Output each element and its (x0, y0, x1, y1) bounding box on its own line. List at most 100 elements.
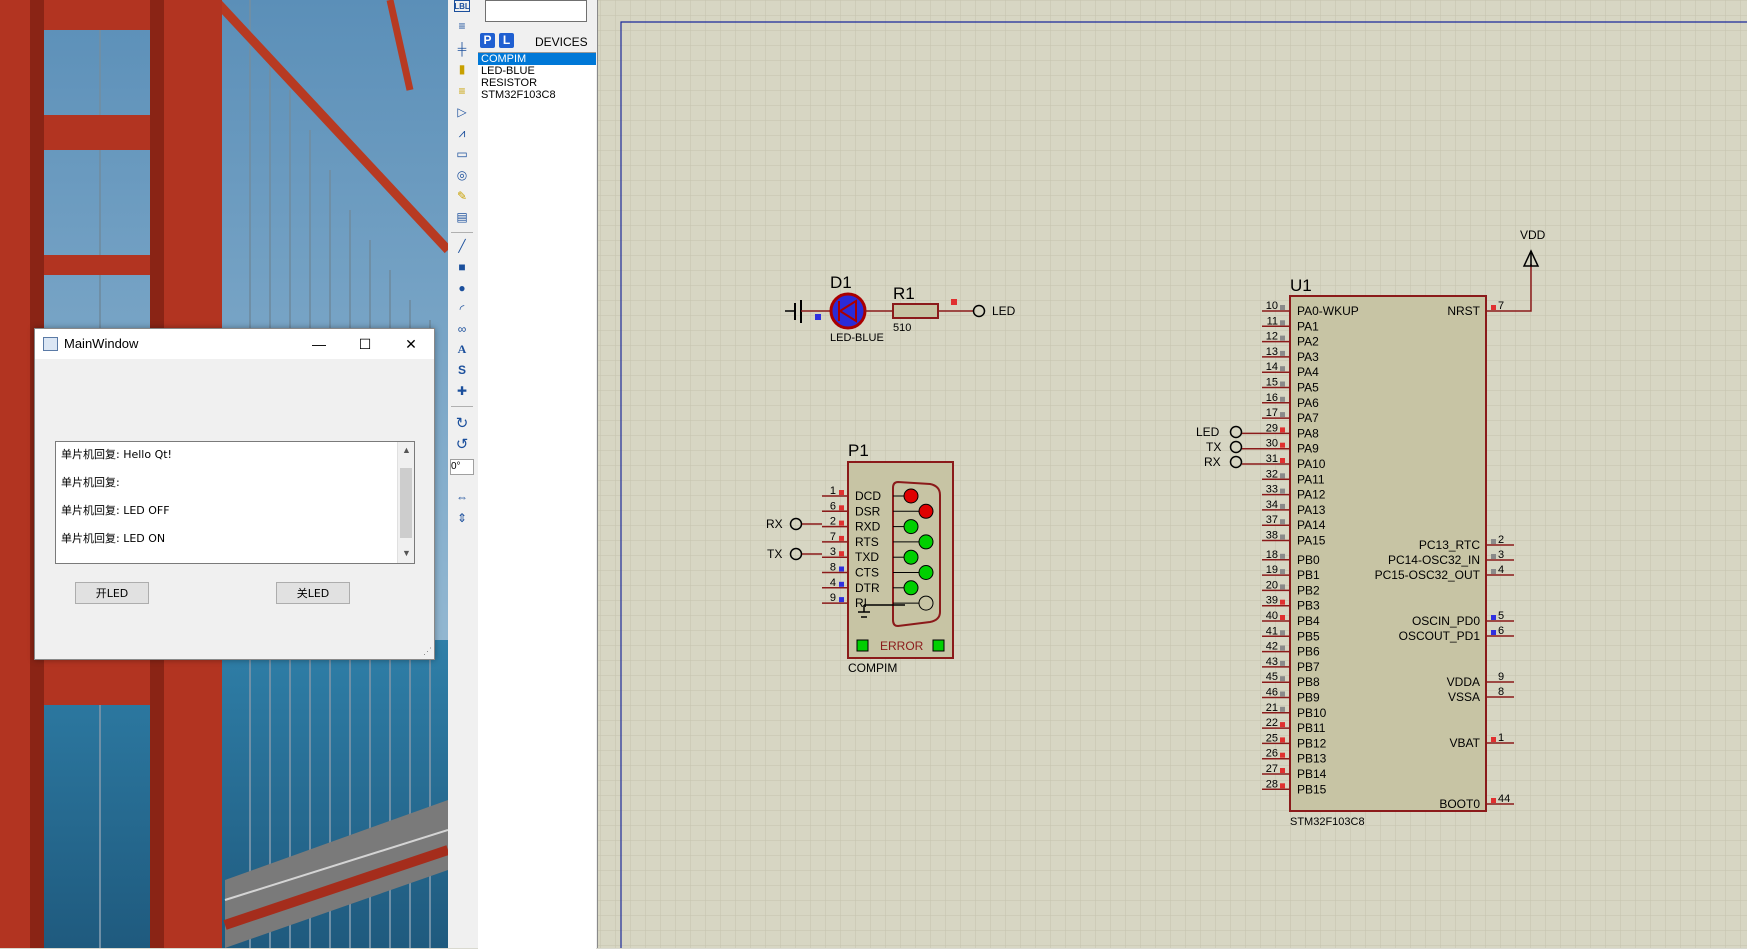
box-tool-icon[interactable]: ■ (452, 258, 472, 276)
tape-recorder-icon[interactable]: ⩘ (452, 124, 472, 142)
scrollbar-thumb[interactable] (400, 468, 412, 538)
devices-header: P L DEVICES (477, 30, 597, 52)
mirror-horizontal-icon[interactable]: ⇔ (452, 488, 472, 506)
proteus-tool-palette: LBL ≡ ╪ ▮ ≡ ▷ ⩘ ▭ ◎ ✎ ▤ ╱ ■ ● ◜ ∞ A S ✚ … (448, 0, 478, 948)
schematic-canvas[interactable]: D1 LED-BLUE R1 510 LED P1 1 DCD6 DSR2 RXD7 R… (598, 0, 1747, 948)
u1-ref-label: U1 (1290, 276, 1312, 295)
toolbar-divider (451, 232, 473, 233)
pin-marker (839, 520, 844, 526)
pin-number: 2 (830, 516, 836, 528)
pin-number: 5 (1498, 610, 1504, 622)
pin-marker (1280, 722, 1285, 728)
pin-marker (1491, 798, 1496, 803)
pin-name: PB12 (1297, 736, 1327, 750)
pin-marker (839, 581, 844, 587)
net-label-rx: RX (1204, 455, 1221, 469)
pin-name: PB7 (1297, 660, 1320, 674)
rotation-field[interactable]: 0° (450, 459, 474, 475)
circle-tool-icon[interactable]: ● (452, 279, 472, 297)
toolbar-divider (451, 406, 473, 407)
marker-tool-icon[interactable]: ✚ (452, 382, 472, 400)
pin-marker (1280, 569, 1285, 575)
arc-tool-icon[interactable]: ◜ (452, 300, 472, 318)
led-on-button[interactable]: 开LED (75, 582, 149, 604)
pin-marker (1280, 412, 1285, 418)
pin-marker (1280, 630, 1285, 636)
device-list: COMPIM LED-BLUE RESISTOR STM32F103C8 (478, 52, 596, 949)
error-label: ERROR (880, 639, 924, 653)
pin-name: PB4 (1297, 614, 1320, 628)
resize-grip-icon[interactable]: ⋰ (423, 646, 432, 657)
pin-number: 16 (1266, 392, 1278, 404)
rotate-anticlockwise-icon[interactable]: ↺ (452, 435, 472, 453)
minimize-button[interactable]: — (296, 329, 342, 359)
pin-name: PC15-OSC32_OUT (1375, 568, 1481, 582)
device-selector-panel: P L DEVICES COMPIM LED-BLUE RESISTOR STM… (477, 0, 598, 949)
window-titlebar[interactable]: MainWindow — ☐ ✕ (35, 329, 434, 359)
window-title: MainWindow (64, 336, 139, 351)
pin-name: TXD (855, 550, 879, 564)
pin-marker (1280, 706, 1285, 712)
net-label-led: LED (1196, 425, 1220, 439)
vertical-scrollbar[interactable]: ▲ ▼ (397, 442, 414, 563)
symbol-tool-icon[interactable]: S (452, 361, 472, 379)
generator-mode-icon[interactable]: ▭ (452, 145, 472, 163)
device-list-item[interactable]: STM32F103C8 (478, 89, 596, 101)
pin-name: PA1 (1297, 319, 1319, 333)
library-manager-button[interactable]: L (499, 33, 514, 48)
voltage-probe-icon[interactable]: ✎ (452, 187, 472, 205)
close-button[interactable]: ✕ (388, 329, 434, 359)
text-tool-icon[interactable]: A (452, 340, 472, 358)
pin-marker (1491, 569, 1496, 574)
probe-mode-icon[interactable]: ◎ (452, 166, 472, 184)
r1-value-label: 510 (893, 322, 911, 334)
pin-number: 42 (1266, 641, 1278, 653)
scroll-down-arrow-icon[interactable]: ▼ (402, 548, 411, 558)
pin-marker (839, 551, 844, 557)
pin-marker (1280, 519, 1285, 525)
pin-marker (1280, 458, 1285, 463)
text-script-tool[interactable]: LBL (454, 0, 470, 12)
device-list-item[interactable]: LED-BLUE (478, 65, 596, 77)
pick-devices-button[interactable]: P (480, 33, 495, 48)
pin-mode-icon[interactable]: ≡ (452, 82, 472, 100)
signal-led (918, 503, 934, 519)
pin-number: 30 (1266, 438, 1278, 450)
mirror-vertical-icon[interactable]: ⇕ (452, 509, 472, 527)
path-tool-icon[interactable]: ∞ (452, 320, 472, 338)
pin-number: 40 (1266, 610, 1278, 622)
u1-value-label: STM32F103C8 (1290, 816, 1365, 828)
pin-name: OSCIN_PD0 (1412, 614, 1480, 628)
led-off-button[interactable]: 关LED (276, 582, 350, 604)
pin-name: RXD (855, 520, 881, 534)
p1-value-label: COMPIM (848, 661, 897, 675)
pin-number: 10 (1266, 300, 1278, 312)
receive-text-area[interactable]: 单片机回复: Hello Qt! 单片机回复: 单片机回复: LED OFF 单… (55, 441, 415, 564)
device-list-item[interactable]: RESISTOR (478, 77, 596, 89)
pin-name: PC14-OSC32_IN (1388, 553, 1480, 567)
pin-name: NRST (1447, 304, 1480, 318)
signal-led (918, 534, 934, 550)
scroll-up-arrow-icon[interactable]: ▲ (402, 445, 411, 455)
pin-number: 9 (1498, 671, 1504, 683)
pin-marker (1280, 442, 1285, 448)
device-list-item[interactable]: COMPIM (478, 53, 596, 65)
bus-tool-icon[interactable]: ≡ (452, 17, 472, 35)
line-tool-icon[interactable]: ╱ (452, 237, 472, 255)
graph-mode-icon[interactable]: ▷ (452, 103, 472, 121)
pin-name: PA12 (1297, 488, 1326, 502)
led-body (829, 292, 867, 330)
pin-number: 29 (1266, 422, 1278, 434)
subcircuit-tool-icon[interactable]: ╪ (452, 40, 472, 58)
pin-name: PB8 (1297, 675, 1320, 689)
pin-name: PA7 (1297, 411, 1319, 425)
pin-number: 4 (1498, 564, 1504, 576)
terminals-mode-icon[interactable]: ▮ (452, 60, 472, 78)
maximize-button[interactable]: ☐ (342, 329, 388, 359)
instrument-mode-icon[interactable]: ▤ (452, 208, 472, 226)
log-line: 单片机回复: LED OFF (61, 504, 170, 517)
pin-name: PC13_RTC (1419, 538, 1480, 552)
pin-number: 38 (1266, 530, 1278, 542)
rotate-clockwise-icon[interactable]: ↻ (452, 414, 472, 432)
pin-number: 3 (1498, 549, 1504, 561)
